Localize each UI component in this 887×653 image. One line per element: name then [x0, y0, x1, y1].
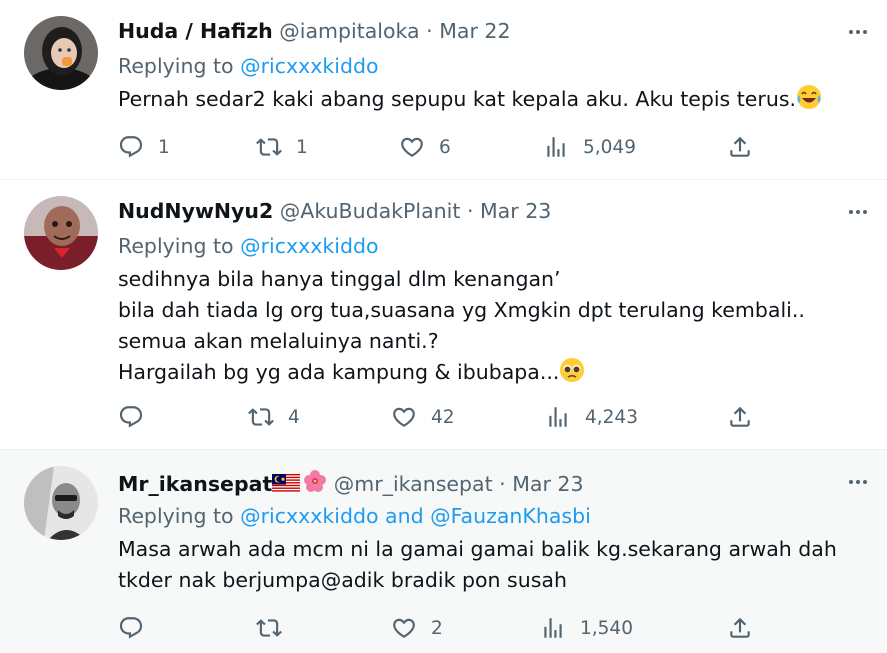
like-button[interactable]: 42: [391, 404, 455, 430]
tweet-3[interactable]: Mr_ikansepat @mr_ikansepat · Mar 23 Repl…: [0, 450, 887, 653]
reply-count: 1: [158, 136, 170, 158]
separator-dot: ·: [499, 472, 506, 496]
share-icon: [730, 406, 750, 427]
tweet-header: NudNywNyu2 @AkuBudakPlanit · Mar 23: [118, 199, 551, 223]
separator-dot: ·: [466, 199, 474, 223]
share-icon: [730, 136, 750, 157]
display-name[interactable]: Mr_ikansepat: [118, 472, 272, 496]
reply-button[interactable]: [118, 615, 158, 641]
more-options-icon[interactable]: [843, 20, 873, 44]
replying-prefix: Replying to: [118, 504, 241, 528]
views-chart-icon: [544, 618, 562, 638]
replying-joiner: and: [378, 504, 431, 528]
retweet-button[interactable]: [256, 615, 296, 641]
tweet-date[interactable]: Mar 23: [480, 199, 551, 223]
tweet-line: Hargailah bg yg ada kampung & ibubapa...: [118, 360, 560, 384]
laughing-tears-emoji-icon: [796, 84, 822, 119]
display-name[interactable]: Huda / Hafizh: [118, 19, 273, 43]
tweet-text: Pernah sedar2 kaki abang sepupu kat kepa…: [118, 84, 822, 119]
retweet-icon: [256, 619, 282, 637]
tweet-2[interactable]: NudNywNyu2 @AkuBudakPlanit · Mar 23 Repl…: [0, 180, 887, 450]
like-count: 42: [431, 406, 455, 428]
avatar[interactable]: [24, 196, 98, 270]
hibiscus-icon: [303, 469, 327, 498]
reply-icon: [119, 617, 143, 639]
replying-to: Replying to @ricxxxkiddo and @FauzanKhas…: [118, 504, 591, 528]
heart-icon: [401, 137, 423, 157]
tweet-line: semua akan melaluinya nanti.?: [118, 329, 439, 353]
replying-to-link[interactable]: @ricxxxkiddo: [240, 54, 378, 78]
views-button[interactable]: 4,243: [545, 404, 638, 430]
tweet-text: Masa arwah ada mcm ni la gamai gamai bal…: [118, 534, 837, 596]
tweet-header: Huda / Hafizh @iampitaloka · Mar 22: [118, 19, 511, 43]
user-handle[interactable]: @AkuBudakPlanit: [280, 199, 461, 223]
retweet-icon: [248, 408, 274, 426]
like-button[interactable]: 6: [399, 134, 451, 160]
share-button[interactable]: [727, 615, 753, 641]
views-button[interactable]: 1,540: [540, 615, 633, 641]
avatar[interactable]: [24, 466, 98, 540]
tweet-line: tkder nak berjumpa@adik bradik pon susah: [118, 568, 567, 592]
replying-prefix: Replying to: [118, 54, 241, 78]
like-count: 2: [431, 617, 443, 639]
reply-icon: [119, 406, 143, 428]
retweet-icon: [256, 138, 282, 156]
reply-button[interactable]: [118, 404, 158, 430]
replying-to: Replying to @ricxxxkiddo: [118, 54, 379, 78]
more-options-icon[interactable]: [843, 470, 873, 494]
replying-to: Replying to @ricxxxkiddo: [118, 234, 379, 258]
retweet-count: 4: [288, 406, 300, 428]
replying-to-link-2[interactable]: @FauzanKhasbi: [430, 504, 591, 528]
user-handle[interactable]: @mr_ikansepat: [334, 472, 493, 496]
tweet-date[interactable]: Mar 23: [512, 472, 583, 496]
tweet-text: sedihnya bila hanya tinggal dlm kenangan…: [118, 264, 805, 392]
more-options-icon[interactable]: [843, 200, 873, 224]
pleading-face-emoji-icon: [559, 357, 585, 392]
retweet-button[interactable]: 4: [248, 404, 300, 430]
view-count: 4,243: [585, 406, 638, 428]
tweet-1[interactable]: Huda / Hafizh @iampitaloka · Mar 22 Repl…: [0, 0, 887, 180]
separator-dot: ·: [426, 19, 433, 43]
views-chart-icon: [547, 137, 565, 157]
retweet-count: 1: [296, 136, 308, 158]
tweet-date[interactable]: Mar 22: [439, 19, 510, 43]
like-count: 6: [439, 136, 451, 158]
replying-to-link[interactable]: @ricxxxkiddo: [240, 504, 378, 528]
tweet-line: Pernah sedar2 kaki abang sepupu kat kepa…: [118, 87, 797, 111]
share-button[interactable]: [727, 134, 753, 160]
heart-icon: [393, 407, 415, 427]
view-count: 5,049: [583, 136, 636, 158]
views-chart-icon: [549, 407, 567, 427]
retweet-button[interactable]: 1: [256, 134, 308, 160]
tweet-line: Masa arwah ada mcm ni la gamai gamai bal…: [118, 537, 837, 561]
malaysia-flag-icon: [272, 474, 301, 498]
avatar[interactable]: [24, 16, 98, 90]
view-count: 1,540: [580, 617, 633, 639]
share-icon: [730, 617, 750, 638]
share-button[interactable]: [727, 404, 753, 430]
tweet-line: bila dah tiada lg org tua,suasana yg Xmg…: [118, 298, 805, 322]
user-handle[interactable]: @iampitaloka: [279, 19, 419, 43]
heart-icon: [393, 618, 415, 638]
display-name[interactable]: NudNywNyu2: [118, 199, 273, 223]
tweet-header: Mr_ikansepat @mr_ikansepat · Mar 23: [118, 469, 584, 498]
reply-button[interactable]: 1: [118, 134, 170, 160]
like-button[interactable]: 2: [391, 615, 443, 641]
reply-icon: [119, 136, 143, 158]
replying-prefix: Replying to: [118, 234, 241, 258]
tweet-line: sedihnya bila hanya tinggal dlm kenangan…: [118, 267, 561, 291]
views-button[interactable]: 5,049: [543, 134, 636, 160]
replying-to-link[interactable]: @ricxxxkiddo: [240, 234, 378, 258]
